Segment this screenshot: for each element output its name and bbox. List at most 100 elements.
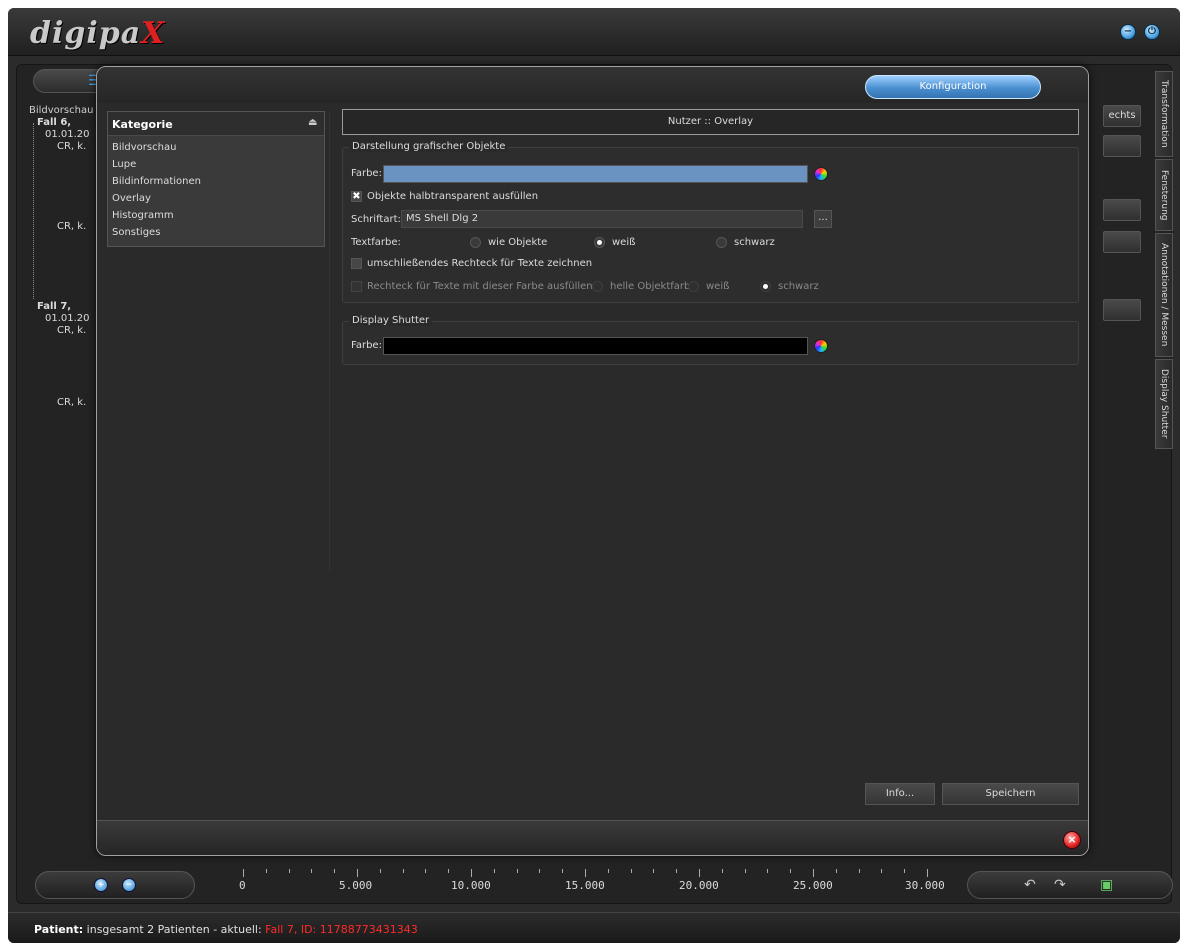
undo-icon[interactable]: ↶ (1024, 877, 1036, 893)
ruler-tick (927, 869, 928, 877)
tree-series[interactable]: CR, k. (57, 325, 86, 336)
tree-series[interactable]: CR, k. (57, 221, 86, 232)
redo-icon[interactable]: ↷ (1054, 877, 1066, 893)
ruler-tick (265, 869, 267, 873)
rect-checkbox[interactable] (351, 258, 362, 269)
color-wheel-icon[interactable] (814, 167, 828, 181)
ruler-tick (630, 869, 632, 873)
tree-case-7[interactable]: Fall 7, (37, 301, 71, 312)
rectfill-radio-white[interactable] (688, 281, 699, 292)
rectfill-option-label: weiß (706, 281, 730, 292)
tool-button[interactable] (1103, 135, 1141, 157)
group-display-shutter: Display Shutter Farbe: (342, 315, 1079, 365)
group-graphic-objects: Darstellung grafischer Objekte Farbe: ✖ … (342, 141, 1079, 303)
ruler-tick (767, 869, 769, 873)
ruler-tick (425, 869, 427, 873)
textcolor-radio-black[interactable] (716, 237, 727, 248)
tab-fensterung[interactable]: Fensterung (1155, 159, 1173, 231)
category-item-bildinformationen[interactable]: Bildinformationen (112, 176, 201, 187)
textcolor-radio-objects[interactable] (470, 237, 481, 248)
group-title: Display Shutter (349, 315, 433, 326)
collapse-icon[interactable]: ⏏ (308, 117, 317, 128)
category-item-histogramm[interactable]: Histogramm (112, 210, 174, 221)
tree-header: Bildvorschau (29, 105, 94, 116)
ruler-tick (721, 869, 723, 873)
category-item-sonstiges[interactable]: Sonstiges (112, 227, 160, 238)
ruler-tick (653, 869, 655, 873)
textcolor-option-label: weiß (612, 237, 636, 248)
ruler-tick (744, 869, 746, 873)
object-color-field[interactable] (383, 165, 808, 183)
rectfill-radio-black[interactable] (760, 281, 771, 292)
font-browse-button[interactable]: ... (814, 210, 832, 228)
tab-display-shutter[interactable]: Display Shutter (1155, 359, 1173, 449)
minimize-icon[interactable]: − (1120, 24, 1136, 40)
rotate-right-button[interactable]: echts (1103, 105, 1141, 127)
tool-button[interactable] (1103, 199, 1141, 221)
ruler-tick (243, 869, 244, 877)
ruler-tick (699, 869, 700, 877)
fill-checkbox[interactable]: ✖ (351, 191, 362, 202)
ruler-tick (539, 869, 541, 873)
history-toolbar: ↶ ↷ ▣ (967, 871, 1173, 899)
status-text: Patient: insgesamt 2 Patienten - aktuell… (34, 923, 418, 936)
rectfill-checkbox-label: Rechteck für Texte mit dieser Farbe ausf… (367, 281, 596, 292)
tool-button[interactable] (1103, 299, 1141, 321)
category-panel: Kategorie ⏏ Bildvorschau Lupe Bildinform… (107, 111, 325, 247)
ruler-tick (904, 869, 906, 873)
power-icon[interactable]: ⏻ (1144, 24, 1160, 40)
dialog-header: Konfiguration (97, 67, 1088, 103)
ruler-tick (448, 869, 450, 873)
ruler-tick (858, 869, 860, 873)
ruler-tick (835, 869, 837, 873)
shutter-color-field[interactable] (383, 337, 808, 355)
tab-annotationen[interactable]: Annotationen / Messen (1155, 233, 1173, 357)
tree-date[interactable]: 01.01.20 (45, 313, 90, 324)
tab-transformation[interactable]: Transformation (1155, 71, 1173, 157)
tree-series[interactable]: CR, k. (57, 141, 86, 152)
category-item-bildvorschau[interactable]: Bildvorschau (112, 142, 176, 153)
category-item-overlay[interactable]: Overlay (112, 193, 151, 204)
ruler-tick (790, 869, 792, 873)
tool-button[interactable] (1103, 231, 1141, 253)
zoom-out-icon[interactable]: − (122, 878, 136, 892)
ruler-tick (311, 869, 313, 873)
category-header: Kategorie ⏏ (108, 112, 324, 136)
info-button[interactable]: Info... (865, 783, 935, 805)
export-icon[interactable]: ▣ (1100, 877, 1113, 893)
textcolor-label: Textfarbe: (351, 237, 401, 248)
status-label: Patient: (34, 923, 84, 936)
rect-checkbox-label: umschließendes Rechteck für Texte zeichn… (367, 258, 593, 269)
rectfill-checkbox[interactable] (351, 281, 362, 292)
rectfill-radio-light[interactable] (592, 281, 603, 292)
close-icon[interactable]: × (1063, 831, 1081, 849)
textcolor-option-label: schwarz (734, 237, 775, 248)
tree-date[interactable]: 01.01.20 (45, 129, 90, 140)
app-logo: digipaX (30, 16, 165, 51)
font-label: Schriftart: (351, 214, 401, 225)
textcolor-radio-white[interactable] (594, 237, 605, 248)
tree-case-6[interactable]: Fall 6, (37, 117, 71, 128)
zoom-in-icon[interactable]: + (94, 878, 108, 892)
save-button[interactable]: Speichern (942, 783, 1079, 805)
ruler-tick (607, 869, 609, 873)
status-current-patient: Fall 7, ID: 11788773431343 (265, 923, 418, 936)
category-item-lupe[interactable]: Lupe (112, 159, 136, 170)
ruler-label: 10.000 (451, 879, 491, 892)
right-tool-panel: echts (1103, 105, 1145, 865)
ruler-tick (881, 869, 883, 873)
section-header: Nutzer :: Overlay (342, 109, 1079, 135)
ruler-label: 15.000 (565, 879, 605, 892)
ruler-label: 20.000 (679, 879, 719, 892)
configuration-button[interactable]: Konfiguration (865, 75, 1041, 99)
ruler-tick (516, 869, 518, 873)
position-ruler[interactable]: 0 5.000 10.000 15.000 20.000 25.000 30.0… (223, 865, 961, 901)
color-wheel-icon[interactable] (814, 339, 828, 353)
font-field[interactable]: MS Shell Dlg 2 (401, 210, 803, 228)
object-color-label: Farbe: (351, 168, 382, 179)
status-bar: Patient: insgesamt 2 Patienten - aktuell… (8, 912, 1180, 943)
title-bar: digipaX − ⏻ (8, 8, 1180, 56)
ruler-tick (813, 869, 814, 877)
tree-series[interactable]: CR, k. (57, 397, 86, 408)
logo-text: digipa (30, 16, 142, 51)
